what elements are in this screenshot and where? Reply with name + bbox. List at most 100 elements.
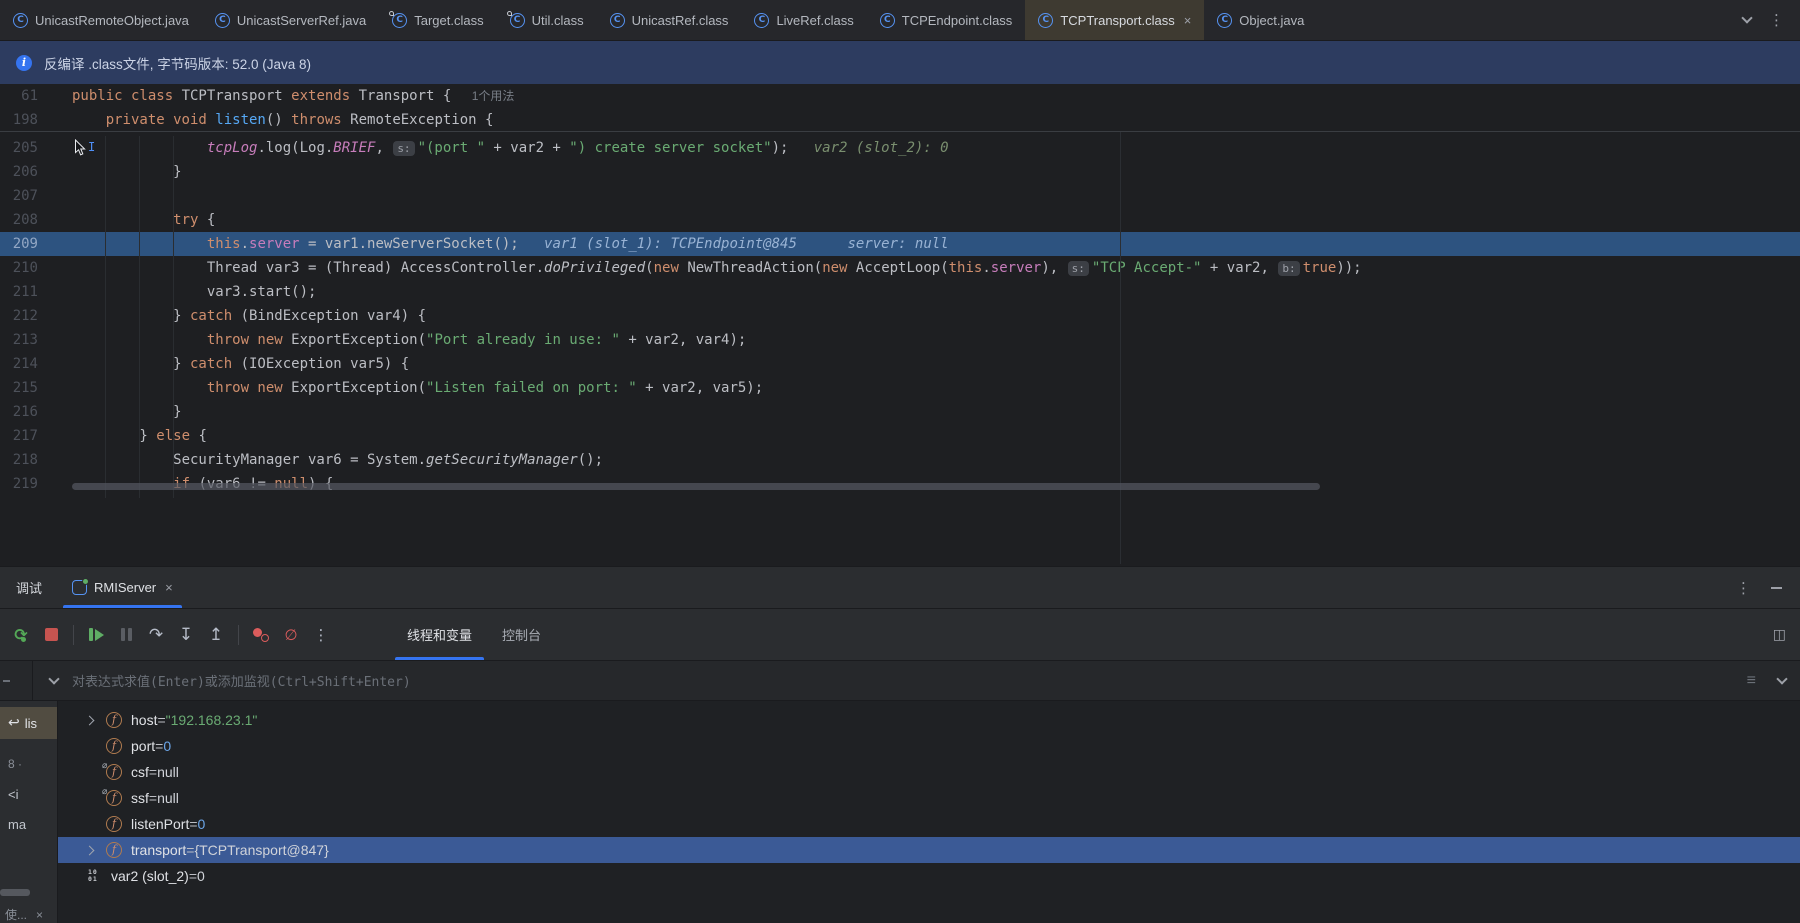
code-line-209[interactable]: 209this.server = var1.newServerSocket();… bbox=[0, 232, 1800, 256]
line-content bbox=[48, 184, 1800, 208]
expand-chevron-icon[interactable] bbox=[86, 847, 106, 854]
stop-button[interactable] bbox=[38, 622, 64, 648]
debug-options-more-icon[interactable]: ⋮ bbox=[1736, 579, 1751, 597]
line-number[interactable]: 205 bbox=[0, 136, 48, 160]
line-content: public class TCPTransport extends Transp… bbox=[48, 84, 1800, 108]
line-number[interactable]: 218 bbox=[0, 448, 48, 472]
code-line-205[interactable]: 205tcpLog.log(Log.BRIEF, s:"(port " + va… bbox=[0, 136, 1800, 160]
frame-item[interactable]: <i bbox=[0, 779, 57, 809]
editor-tab-unicastref-class[interactable]: CUnicastRef.class bbox=[597, 0, 742, 40]
indent-guide bbox=[105, 136, 106, 498]
code-line-217[interactable]: 217} else { bbox=[0, 424, 1800, 448]
line-number[interactable]: 61 bbox=[0, 84, 48, 108]
code-token: NewThreadAction( bbox=[687, 260, 822, 276]
frame-item[interactable]: ↩lis bbox=[0, 707, 57, 739]
code-line-211[interactable]: 211var3.start(); bbox=[0, 280, 1800, 304]
tab-list-chevron-icon[interactable] bbox=[1741, 12, 1752, 23]
code-line-218[interactable]: 218SecurityManager var6 = System.getSecu… bbox=[0, 448, 1800, 472]
editor-tab-tcpendpoint-class[interactable]: CTCPEndpoint.class bbox=[867, 0, 1026, 40]
resume-program-button[interactable] bbox=[83, 622, 109, 648]
variables-tree[interactable]: fhost = "192.168.23.1"fport = 0f⌀csf = n… bbox=[58, 701, 1800, 923]
hide-panel-icon[interactable] bbox=[1771, 587, 1782, 589]
line-number[interactable]: 210 bbox=[0, 256, 48, 280]
line-number[interactable]: 219 bbox=[0, 472, 48, 496]
code-line-212[interactable]: 212} catch (BindException var4) { bbox=[0, 304, 1800, 328]
code-line-208[interactable]: 208try { bbox=[0, 208, 1800, 232]
session-tab-close-icon[interactable]: × bbox=[165, 581, 173, 594]
line-number[interactable]: 211 bbox=[0, 280, 48, 304]
code-editor[interactable]: 61public class TCPTransport extends Tran… bbox=[0, 84, 1800, 566]
inline-watches-icon[interactable]: ≡ bbox=[1747, 672, 1756, 690]
tabbar-more-icon[interactable]: ⋮ bbox=[1769, 11, 1784, 29]
line-number[interactable]: 208 bbox=[0, 208, 48, 232]
expand-chevron-icon[interactable] bbox=[86, 717, 106, 724]
variable-row-csf[interactable]: f⌀csf = null bbox=[58, 759, 1800, 785]
editor-tab-liveref-class[interactable]: CLiveRef.class bbox=[741, 0, 866, 40]
tab-threads-variables[interactable]: 线程和变量 bbox=[392, 609, 487, 660]
editor-tab-tcptransport-class[interactable]: CTCPTransport.class× bbox=[1025, 0, 1204, 40]
frame-item[interactable]: 8 · bbox=[0, 749, 57, 779]
editor-tab-unicastserverref-java[interactable]: CUnicastServerRef.java bbox=[202, 0, 379, 40]
editor-tab-util-class[interactable]: CUtil.class bbox=[497, 0, 597, 40]
code-line-61[interactable]: 61public class TCPTransport extends Tran… bbox=[0, 84, 1800, 108]
line-number[interactable]: 217 bbox=[0, 424, 48, 448]
evaluate-expression-bar[interactable]: 对表达式求值(Enter)或添加监视(Ctrl+Shift+Enter) ≡ bbox=[0, 661, 1800, 701]
equals-sign: = bbox=[149, 764, 157, 780]
code-lines[interactable]: 205tcpLog.log(Log.BRIEF, s:"(port " + va… bbox=[0, 136, 1800, 496]
view-breakpoints-button[interactable] bbox=[248, 622, 274, 648]
variable-row-host[interactable]: fhost = "192.168.23.1" bbox=[58, 707, 1800, 733]
expression-input-placeholder[interactable]: 对表达式求值(Enter)或添加监视(Ctrl+Shift+Enter) bbox=[72, 671, 411, 690]
line-number[interactable]: 216 bbox=[0, 400, 48, 424]
debug-session-tab[interactable]: RMIServer × bbox=[60, 567, 185, 608]
step-into-button[interactable]: ↧ bbox=[173, 622, 199, 648]
line-number[interactable]: 213 bbox=[0, 328, 48, 352]
code-line-213[interactable]: 213throw new ExportException("Port alrea… bbox=[0, 328, 1800, 352]
equals-sign: = bbox=[189, 816, 197, 832]
code-line-215[interactable]: 215throw new ExportException("Listen fai… bbox=[0, 376, 1800, 400]
tab-console[interactable]: 控制台 bbox=[487, 609, 556, 660]
code-line-198[interactable]: 198private void listen() throws RemoteEx… bbox=[0, 108, 1800, 132]
status-close-icon[interactable]: × bbox=[36, 908, 43, 922]
line-number[interactable]: 209 bbox=[0, 232, 48, 256]
editor-tab-object-java[interactable]: CObject.java bbox=[1204, 0, 1317, 40]
frames-panel[interactable]: 使... × ↩lis 8 ·<ima bbox=[0, 701, 58, 923]
frames-status-hint: 使... × bbox=[5, 906, 43, 923]
line-number[interactable]: 215 bbox=[0, 376, 48, 400]
variable-row-port[interactable]: fport = 0 bbox=[58, 733, 1800, 759]
field-icon: f bbox=[106, 816, 122, 832]
line-number[interactable]: 207 bbox=[0, 184, 48, 208]
tab-close-icon[interactable]: × bbox=[1184, 14, 1192, 27]
variable-row-ssf[interactable]: f⌀ssf = null bbox=[58, 785, 1800, 811]
code-line-206[interactable]: 206} bbox=[0, 160, 1800, 184]
pause-program-button[interactable] bbox=[113, 622, 139, 648]
variable-row-var2-slot-2-[interactable]: 1001var2 (slot_2) = 0 bbox=[58, 863, 1800, 889]
indent-guide bbox=[139, 136, 140, 498]
code-line-214[interactable]: 214} catch (IOException var5) { bbox=[0, 352, 1800, 376]
class-icon: C bbox=[13, 13, 28, 28]
editor-horizontal-scrollbar[interactable] bbox=[72, 483, 1320, 490]
variable-row-transport[interactable]: ftransport = {TCPTransport@847} bbox=[58, 837, 1800, 863]
rerun-debugger-button[interactable]: ⟳ bbox=[8, 622, 34, 648]
line-number[interactable]: 214 bbox=[0, 352, 48, 376]
editor-tab-target-class[interactable]: CTarget.class bbox=[379, 0, 496, 40]
variable-row-listenPort[interactable]: flistenPort = 0 bbox=[58, 811, 1800, 837]
mute-breakpoints-button[interactable]: ∅ bbox=[278, 622, 304, 648]
frame-item[interactable]: ma bbox=[0, 809, 57, 839]
expression-left-icon bbox=[3, 680, 10, 682]
line-number[interactable]: 206 bbox=[0, 160, 48, 184]
code-line-207[interactable]: 207 bbox=[0, 184, 1800, 208]
editor-tab-unicastremoteobject-java[interactable]: CUnicastRemoteObject.java bbox=[0, 0, 202, 40]
line-number[interactable]: 212 bbox=[0, 304, 48, 328]
parameter-hint-chip: s: bbox=[1068, 261, 1089, 276]
step-out-button[interactable]: ↥ bbox=[203, 622, 229, 648]
toolbar-more-icon[interactable]: ⋮ bbox=[308, 622, 334, 648]
code-line-216[interactable]: 216} bbox=[0, 400, 1800, 424]
step-over-button[interactable]: ↷ bbox=[143, 622, 169, 648]
expression-history-chevron-icon[interactable] bbox=[48, 673, 59, 684]
code-token: extends bbox=[291, 88, 358, 104]
code-line-210[interactable]: 210Thread var3 = (Thread) AccessControll… bbox=[0, 256, 1800, 280]
expression-expand-chevron-icon[interactable] bbox=[1776, 673, 1787, 684]
line-number[interactable]: 198 bbox=[0, 108, 48, 132]
frames-scrollbar[interactable] bbox=[0, 889, 30, 896]
layout-settings-icon[interactable]: ◫ bbox=[1773, 627, 1800, 643]
